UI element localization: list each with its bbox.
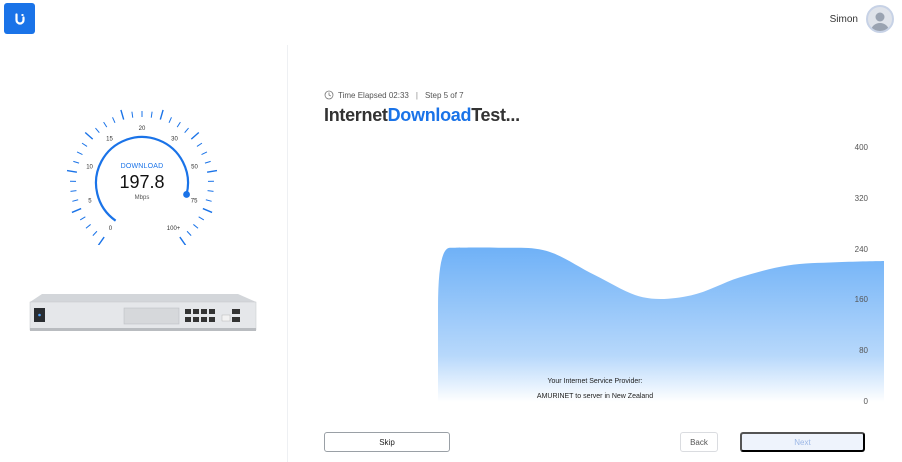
page-title: InternetDownloadTest...	[324, 105, 520, 126]
gauge-tick	[103, 121, 108, 128]
gauge-tick	[71, 207, 82, 214]
avatar[interactable]	[866, 5, 894, 33]
step-indicator: Step 5 of 7	[424, 90, 464, 100]
timer-icon	[324, 90, 334, 100]
gauge-tick	[120, 109, 125, 120]
gauge-tick	[168, 117, 172, 123]
y-axis-tick-label: 80	[859, 346, 868, 356]
y-axis-tick-label: 160	[854, 295, 868, 305]
user-menu[interactable]: Simon	[830, 5, 894, 33]
gauge-tick	[150, 111, 153, 118]
gauge-scale-label: 0	[109, 226, 113, 232]
gauge-tick	[193, 224, 199, 229]
gauge-tick	[184, 127, 189, 133]
user-avatar-icon	[871, 12, 889, 31]
gauge-tick	[201, 151, 208, 155]
app-logo[interactable]	[4, 3, 35, 34]
y-axis-tick-label: 400	[854, 143, 868, 152]
gauge-tick	[85, 224, 91, 229]
isp-label: Your Internet Service Provider:	[547, 378, 643, 385]
y-axis-tick-label: 0	[863, 397, 868, 406]
speed-chart: 400 320 240 160 80 0	[436, 140, 884, 410]
isp-value: AMURINET to server in New Zealand	[536, 393, 654, 400]
gauge-tick	[79, 216, 86, 221]
gauge-tick	[112, 117, 116, 123]
gauge-label: DOWNLOAD	[120, 163, 164, 170]
gauge-tick	[92, 230, 98, 236]
user-name: Simon	[829, 13, 858, 25]
gauge-scale-label: 30	[171, 137, 178, 143]
gauge-tick	[97, 236, 105, 246]
y-axis-tick-label: 320	[854, 193, 868, 203]
gauge-tick	[131, 111, 134, 118]
skip-button[interactable]: Skip	[324, 432, 450, 452]
status-separator: |	[415, 90, 418, 100]
gauge-scale-label: 20	[139, 126, 146, 132]
ubiquiti-logo-icon	[14, 12, 25, 25]
router-device-image	[29, 294, 257, 331]
test-status: Time Elapsed 02:33 | Step 5 of 7	[324, 90, 464, 100]
title-part-test: Test...	[471, 105, 520, 125]
title-part-internet: Internet	[324, 105, 388, 125]
chart-plot	[438, 247, 884, 402]
gauge-tick	[196, 142, 203, 147]
gauge-tick	[76, 151, 83, 155]
gauge-tick	[159, 109, 164, 120]
gauge-tick	[190, 131, 200, 140]
gauge-tick	[95, 127, 100, 133]
gauge-unit: Mbps	[134, 195, 150, 201]
gauge-tick	[81, 142, 88, 147]
speed-gauge: 0 5 10 15 20 30 50 75 100+ DOWNLOAD 197.8 Mbps	[57, 105, 227, 246]
gauge-tick	[198, 216, 205, 221]
panel-divider	[287, 45, 288, 462]
y-axis-tick-label: 240	[854, 244, 868, 254]
gauge-scale-label: 15	[106, 137, 113, 143]
gauge-tick	[176, 121, 181, 128]
gauge-scale-label: 100+	[167, 226, 181, 232]
gauge-tick	[186, 230, 192, 236]
gauge-tick	[84, 131, 94, 140]
gauge-value: 197.8	[119, 172, 165, 192]
back-button[interactable]: Back	[680, 432, 718, 452]
gauge-tick	[179, 236, 187, 246]
gauge-tick	[202, 207, 213, 214]
time-elapsed: Time Elapsed 02:33	[338, 90, 409, 100]
title-part-download: Download	[387, 105, 472, 125]
next-button[interactable]: Next	[740, 432, 865, 452]
